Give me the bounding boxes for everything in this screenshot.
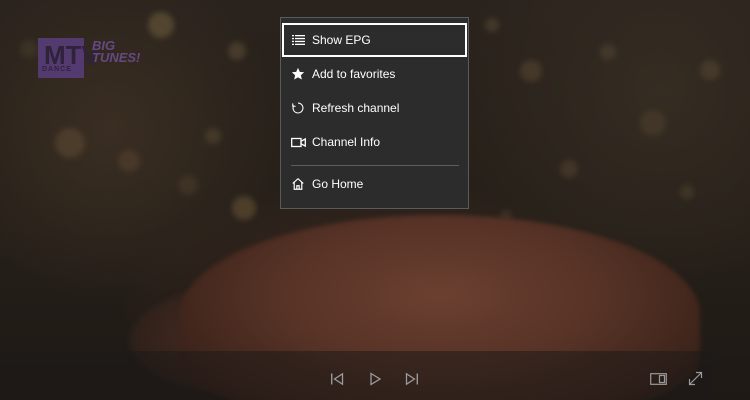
bokeh-light <box>55 128 85 158</box>
bokeh-light <box>600 44 616 60</box>
menu-item-show-epg[interactable]: Show EPG <box>282 23 467 57</box>
menu-item-label: Refresh channel <box>312 101 400 115</box>
compact-overlay-button[interactable] <box>646 369 670 393</box>
menu-item-channel-info[interactable]: Channel Info <box>282 125 467 159</box>
video-camera-icon <box>290 125 306 159</box>
channel-logo-subtitle: DANCE <box>42 66 72 73</box>
next-button[interactable] <box>400 369 424 393</box>
fullscreen-icon <box>688 371 703 391</box>
program-badge: BIG TUNES! <box>92 38 148 65</box>
fullscreen-button[interactable] <box>683 369 707 393</box>
list-icon <box>290 23 306 57</box>
bokeh-light <box>520 60 542 82</box>
menu-item-label: Go Home <box>312 177 364 191</box>
play-button[interactable] <box>363 369 387 393</box>
bokeh-light <box>178 175 198 195</box>
compact-overlay-icon <box>649 372 667 390</box>
bokeh-light <box>485 18 499 32</box>
home-icon <box>290 167 306 201</box>
bokeh-light <box>700 60 720 80</box>
previous-button[interactable] <box>325 369 349 393</box>
menu-item-add-to-favorites[interactable]: Add to favorites <box>282 57 467 91</box>
channel-logo: MTV DANCE BIG TUNES! <box>38 38 148 82</box>
bokeh-light <box>148 12 174 38</box>
bokeh-light <box>118 150 140 172</box>
channel-logo-mark: MTV DANCE <box>38 38 99 78</box>
menu-separator <box>291 165 459 166</box>
bokeh-light <box>20 40 38 58</box>
bokeh-light <box>640 110 666 136</box>
skip-next-icon <box>405 372 419 391</box>
transport-bar <box>0 351 713 400</box>
menu-item-label: Channel Info <box>312 135 381 149</box>
bokeh-light <box>205 128 221 144</box>
menu-item-go-home[interactable]: Go Home <box>282 167 467 201</box>
bokeh-light <box>560 160 578 178</box>
program-badge-text: BIG TUNES! <box>92 38 141 65</box>
menu-item-label: Show EPG <box>312 33 371 47</box>
menu-item-label: Add to favorites <box>312 67 396 81</box>
skip-previous-icon <box>330 372 344 391</box>
play-icon <box>368 371 382 391</box>
bokeh-light <box>228 42 246 60</box>
bokeh-light <box>680 185 694 199</box>
bokeh-light <box>232 196 256 220</box>
context-menu: Show EPG Add to favorites Refresh channe… <box>280 17 469 209</box>
star-icon <box>290 57 306 91</box>
refresh-icon <box>290 91 306 125</box>
menu-item-refresh-channel[interactable]: Refresh channel <box>282 91 467 125</box>
